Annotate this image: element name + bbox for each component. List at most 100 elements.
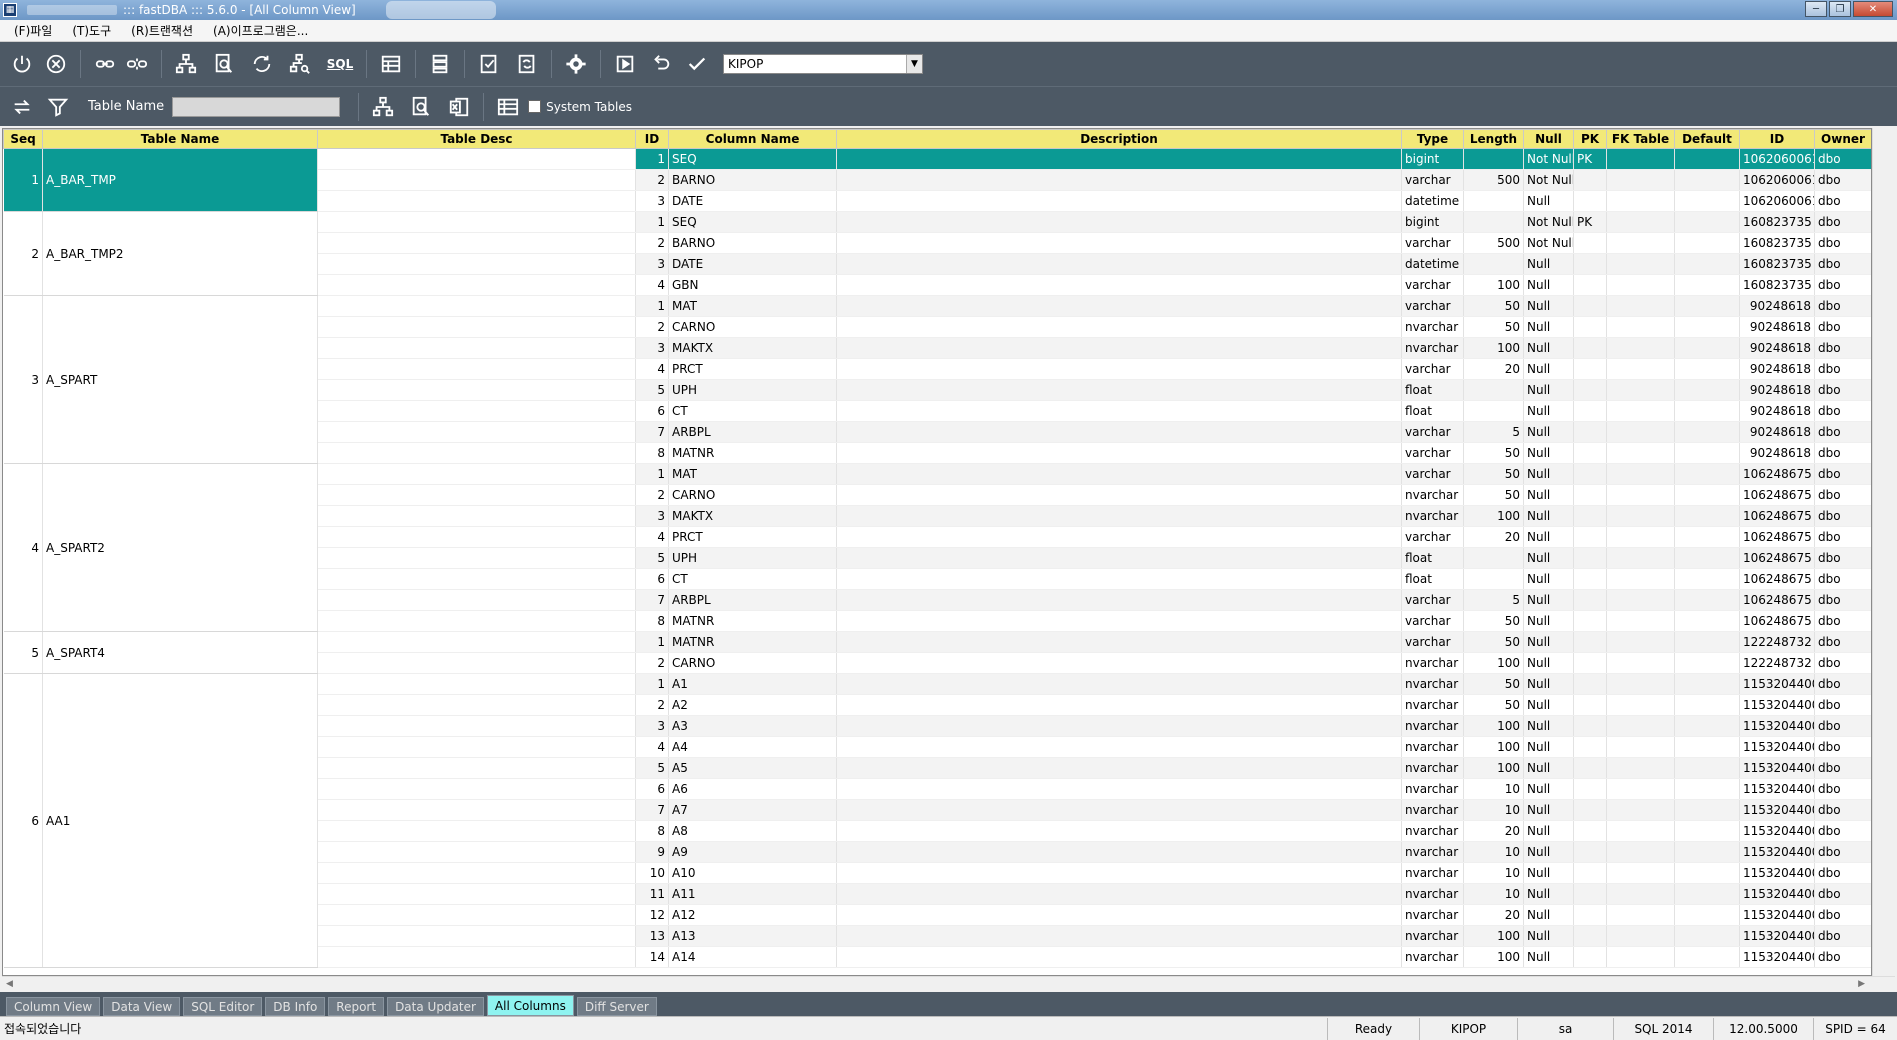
cell-owner[interactable]: dbo xyxy=(1814,736,1871,758)
cell-object-id[interactable]: 90248618 xyxy=(1739,337,1815,359)
cell-fk-table[interactable] xyxy=(1606,190,1675,212)
cell-null[interactable]: Null xyxy=(1523,295,1574,317)
cell-fk-table[interactable] xyxy=(1606,484,1675,506)
cell-object-id[interactable]: 90248618 xyxy=(1739,379,1815,401)
cell-column-name[interactable]: ARBPL xyxy=(668,421,837,443)
cell-description[interactable] xyxy=(836,295,1402,317)
cell-null[interactable]: Null xyxy=(1523,883,1574,905)
cell-type[interactable]: nvarchar xyxy=(1401,715,1464,737)
cell-length[interactable]: 20 xyxy=(1463,358,1524,380)
cell-default[interactable] xyxy=(1674,337,1740,359)
cell-id[interactable]: 4 xyxy=(635,526,669,548)
cell-object-id[interactable]: 106248675 xyxy=(1739,463,1815,485)
cell-table-desc[interactable] xyxy=(317,337,636,359)
cell-id[interactable]: 4 xyxy=(635,358,669,380)
cell-length[interactable]: 5 xyxy=(1463,421,1524,443)
cell-owner[interactable]: dbo xyxy=(1814,358,1871,380)
cell-object-id[interactable]: 160823735 xyxy=(1739,232,1815,254)
cell-owner[interactable]: dbo xyxy=(1814,484,1871,506)
cell-object-id[interactable]: 1062060061 xyxy=(1739,190,1815,212)
cell-length[interactable]: 10 xyxy=(1463,883,1524,905)
cell-description[interactable] xyxy=(836,883,1402,905)
cell-column-name[interactable]: MAKTX xyxy=(668,505,837,527)
cell-id[interactable]: 4 xyxy=(635,736,669,758)
cell-seq[interactable]: 2 xyxy=(3,211,43,296)
cell-description[interactable] xyxy=(836,190,1402,212)
cell-default[interactable] xyxy=(1674,673,1740,695)
cell-null[interactable]: Null xyxy=(1523,652,1574,674)
cell-length[interactable]: 50 xyxy=(1463,673,1524,695)
cell-object-id[interactable]: 1153204400 xyxy=(1739,904,1815,926)
cell-null[interactable]: Null xyxy=(1523,757,1574,779)
cell-column-name[interactable]: A14 xyxy=(668,946,837,968)
cell-length[interactable]: 10 xyxy=(1463,799,1524,821)
cell-default[interactable] xyxy=(1674,946,1740,968)
cell-type[interactable]: nvarchar xyxy=(1401,862,1464,884)
col-type[interactable]: Type xyxy=(1401,129,1464,149)
cell-id[interactable]: 1 xyxy=(635,673,669,695)
cell-pk[interactable] xyxy=(1573,358,1607,380)
cell-type[interactable]: float xyxy=(1401,568,1464,590)
cell-type[interactable]: nvarchar xyxy=(1401,673,1464,695)
cell-owner[interactable]: dbo xyxy=(1814,169,1871,191)
cell-owner[interactable]: dbo xyxy=(1814,610,1871,632)
cell-length[interactable]: 100 xyxy=(1463,337,1524,359)
cell-table-desc[interactable] xyxy=(317,295,636,317)
cell-id[interactable]: 1 xyxy=(635,295,669,317)
cell-type[interactable]: varchar xyxy=(1401,610,1464,632)
cell-id[interactable]: 1 xyxy=(635,211,669,233)
cell-owner[interactable]: dbo xyxy=(1814,379,1871,401)
cell-id[interactable]: 14 xyxy=(635,946,669,968)
cell-null[interactable]: Not Null xyxy=(1523,148,1574,170)
cell-type[interactable]: nvarchar xyxy=(1401,841,1464,863)
cell-column-name[interactable]: MAT xyxy=(668,295,837,317)
col-fk-table[interactable]: FK Table xyxy=(1606,129,1675,149)
cell-column-name[interactable]: ARBPL xyxy=(668,589,837,611)
cell-description[interactable] xyxy=(836,841,1402,863)
cell-table-desc[interactable] xyxy=(317,862,636,884)
cell-object-id[interactable]: 106248675 xyxy=(1739,610,1815,632)
cell-description[interactable] xyxy=(836,631,1402,653)
cell-id[interactable]: 8 xyxy=(635,610,669,632)
cell-description[interactable] xyxy=(836,505,1402,527)
col-description[interactable]: Description xyxy=(836,129,1402,149)
cell-fk-table[interactable] xyxy=(1606,547,1675,569)
horizontal-scrollbar[interactable]: ◀ ▶ xyxy=(2,976,1895,992)
cell-description[interactable] xyxy=(836,442,1402,464)
col-null[interactable]: Null xyxy=(1523,129,1574,149)
cell-fk-table[interactable] xyxy=(1606,232,1675,254)
cell-type[interactable]: varchar xyxy=(1401,169,1464,191)
cell-default[interactable] xyxy=(1674,757,1740,779)
cell-object-id[interactable]: 90248618 xyxy=(1739,295,1815,317)
cell-fk-table[interactable] xyxy=(1606,442,1675,464)
cell-table-desc[interactable] xyxy=(317,736,636,758)
gear-icon[interactable] xyxy=(562,50,590,78)
cell-null[interactable]: Null xyxy=(1523,484,1574,506)
cell-pk[interactable] xyxy=(1573,526,1607,548)
cell-null[interactable]: Null xyxy=(1523,799,1574,821)
cell-description[interactable] xyxy=(836,568,1402,590)
cell-table-desc[interactable] xyxy=(317,778,636,800)
cell-fk-table[interactable] xyxy=(1606,589,1675,611)
cell-type[interactable]: varchar xyxy=(1401,295,1464,317)
cell-description[interactable] xyxy=(836,400,1402,422)
cell-table-desc[interactable] xyxy=(317,442,636,464)
cell-id[interactable]: 8 xyxy=(635,442,669,464)
cell-type[interactable]: nvarchar xyxy=(1401,337,1464,359)
cell-null[interactable]: Not Null xyxy=(1523,232,1574,254)
cell-type[interactable]: nvarchar xyxy=(1401,799,1464,821)
cell-column-name[interactable]: A8 xyxy=(668,820,837,842)
cell-fk-table[interactable] xyxy=(1606,568,1675,590)
cell-default[interactable] xyxy=(1674,295,1740,317)
cell-type[interactable]: varchar xyxy=(1401,526,1464,548)
cell-id[interactable]: 13 xyxy=(635,925,669,947)
cell-owner[interactable]: dbo xyxy=(1814,694,1871,716)
cell-default[interactable] xyxy=(1674,253,1740,275)
cell-length[interactable]: 100 xyxy=(1463,757,1524,779)
cell-null[interactable]: Null xyxy=(1523,841,1574,863)
cell-fk-table[interactable] xyxy=(1606,505,1675,527)
cell-length[interactable]: 50 xyxy=(1463,694,1524,716)
cell-description[interactable] xyxy=(836,274,1402,296)
cell-fk-table[interactable] xyxy=(1606,274,1675,296)
cell-id[interactable]: 1 xyxy=(635,463,669,485)
